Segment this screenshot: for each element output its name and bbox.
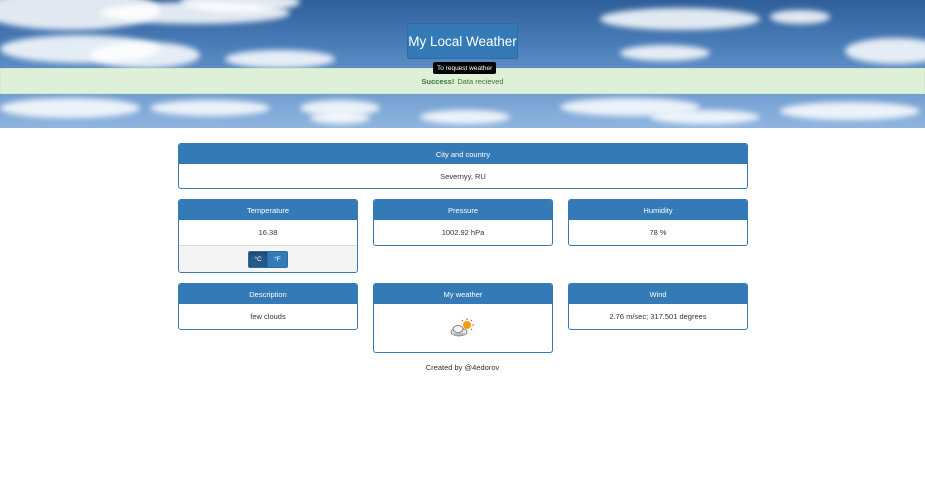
city-value: Severnyy, RU (440, 171, 486, 181)
wind-panel: Wind 2.76 m/sec; 317.501 degrees (568, 283, 748, 330)
footer-credit: Created by @4edorov (425, 363, 500, 372)
cloud-sun-icon (450, 318, 476, 338)
request-weather-tooltip: To request weather (433, 62, 497, 74)
cloud-decoration (620, 45, 710, 61)
celsius-button[interactable]: °C (248, 250, 268, 268)
cloud-decoration (650, 110, 760, 124)
humidity-value: 78 % (649, 228, 667, 237)
pressure-panel: Pressure 1002.92 hPa (373, 199, 553, 246)
my-weather-heading: My weather (374, 284, 552, 304)
alert-message: Data recieved (457, 76, 504, 86)
my-weather-panel: My weather (373, 283, 553, 353)
pressure-value: 1002.92 hPa (441, 228, 485, 237)
cloud-decoration (770, 10, 830, 24)
wind-heading: Wind (569, 284, 747, 304)
cloud-decoration (780, 102, 920, 120)
my-weather-icon-wrap (374, 304, 552, 352)
wind-value: 2.76 m/sec; 317.501 degrees (609, 312, 707, 321)
description-panel: Description few clouds (178, 283, 358, 330)
description-value: few clouds (250, 312, 286, 321)
description-heading: Description (179, 284, 357, 304)
request-weather-button[interactable]: My Local Weather (407, 23, 518, 59)
humidity-panel: Humidity 78 % (568, 199, 748, 246)
cloud-decoration (600, 8, 760, 30)
unit-toggle-group: °C °F (248, 250, 288, 268)
cloud-decoration (0, 98, 140, 118)
cloud-decoration (225, 50, 335, 68)
humidity-heading: Humidity (569, 200, 747, 220)
city-panel: City and country Severnyy, RU (178, 143, 748, 189)
temperature-heading: Temperature (179, 200, 357, 220)
pressure-heading: Pressure (374, 200, 552, 220)
fahrenheit-button[interactable]: °F (268, 250, 288, 268)
cloud-decoration (310, 112, 370, 124)
cloud-decoration (150, 100, 270, 116)
temperature-value: 16.38 (258, 228, 278, 237)
alert-strong: Success! (421, 76, 455, 86)
cloud-decoration (420, 110, 510, 124)
temperature-footer: °C °F (179, 245, 357, 272)
cloud-decoration (845, 38, 925, 64)
temperature-panel: Temperature 16.38 °C °F (178, 199, 358, 273)
cloud-decoration (90, 42, 200, 68)
city-heading: City and country (179, 144, 747, 164)
